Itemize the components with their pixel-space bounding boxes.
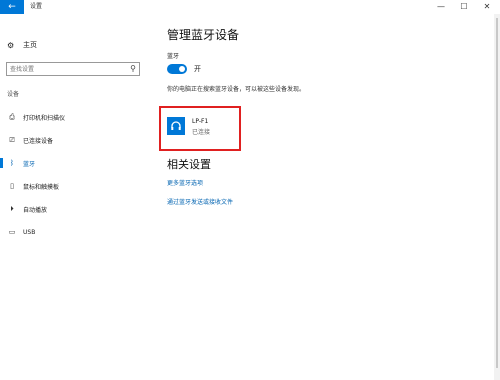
scroll-thumb[interactable]: [496, 18, 498, 368]
gear-icon: ⚙: [7, 40, 15, 50]
autoplay-icon: ⏵: [10, 204, 14, 213]
bluetooth-toggle[interactable]: [167, 64, 187, 74]
sidebar-item-connected-devices[interactable]: ⎚ 已连接设备: [0, 133, 150, 147]
scrollbar[interactable]: [494, 14, 500, 380]
toggle-knob: [179, 66, 185, 72]
window-title: 设置: [30, 3, 43, 10]
title-bar: ← 设置 — ☐ ✕: [0, 0, 500, 14]
devices-icon: ⎚: [9, 135, 15, 144]
sidebar-item-autoplay[interactable]: ⏵ 自动播放: [0, 202, 150, 216]
sidebar-item-label: USB: [23, 228, 36, 236]
sidebar-item-bluetooth[interactable]: ᛒ 蓝牙: [0, 156, 150, 170]
more-bluetooth-options-link[interactable]: 更多蓝牙选项: [167, 178, 203, 187]
bluetooth-icon: ᛒ: [9, 159, 15, 167]
device-status: 已连接: [192, 129, 211, 136]
close-button[interactable]: ✕: [476, 0, 498, 14]
search-icon[interactable]: ⚲: [130, 64, 136, 73]
mouse-icon: ▯: [10, 182, 14, 190]
sidebar-item-label: 打印机和扫描仪: [23, 114, 66, 122]
send-receive-files-link[interactable]: 通过蓝牙发送或接收文件: [167, 197, 233, 206]
sidebar: ⚙ 主页 ⚲ 设备 ⎙ 打印机和扫描仪 ⎚ 已连接设备 ᛒ 蓝牙 ▯ 鼠标和触摸…: [0, 14, 150, 380]
active-indicator: [0, 158, 3, 168]
sidebar-item-label: 自动播放: [23, 206, 48, 214]
discovery-info: 你的电脑正在搜索蓝牙设备，可以被这些设备发现。: [167, 86, 306, 93]
sidebar-item-label: 鼠标和触摸板: [23, 183, 60, 191]
page-title: 管理蓝牙设备: [167, 28, 240, 42]
section-label-devices: 设备: [7, 91, 20, 98]
main-content: 管理蓝牙设备 蓝牙 开 你的电脑正在搜索蓝牙设备，可以被这些设备发现。 LP-F…: [150, 14, 490, 380]
back-arrow-icon: ←: [8, 2, 16, 12]
maximize-button[interactable]: ☐: [453, 0, 475, 14]
sidebar-item-label: 已连接设备: [23, 137, 54, 145]
search-box[interactable]: ⚲: [6, 62, 140, 76]
printer-icon: ⎙: [9, 112, 15, 121]
sidebar-item-usb[interactable]: ▭ USB: [0, 225, 150, 239]
search-input[interactable]: [10, 63, 120, 75]
related-settings-title: 相关设置: [167, 158, 211, 171]
sidebar-item-mouse[interactable]: ▯ 鼠标和触摸板: [0, 179, 150, 193]
sidebar-item-printers[interactable]: ⎙ 打印机和扫描仪: [0, 110, 150, 124]
toggle-state-text: 开: [194, 65, 201, 73]
bluetooth-toggle-label: 蓝牙: [167, 53, 180, 60]
home-link[interactable]: ⚙ 主页: [7, 40, 37, 50]
back-button[interactable]: ←: [0, 0, 24, 14]
usb-icon: ▭: [8, 228, 16, 236]
minimize-button[interactable]: —: [430, 0, 452, 14]
device-name: LP-F1: [192, 118, 209, 125]
sidebar-item-label: 蓝牙: [23, 160, 36, 168]
home-label: 主页: [23, 41, 37, 49]
headset-icon: [167, 117, 185, 135]
